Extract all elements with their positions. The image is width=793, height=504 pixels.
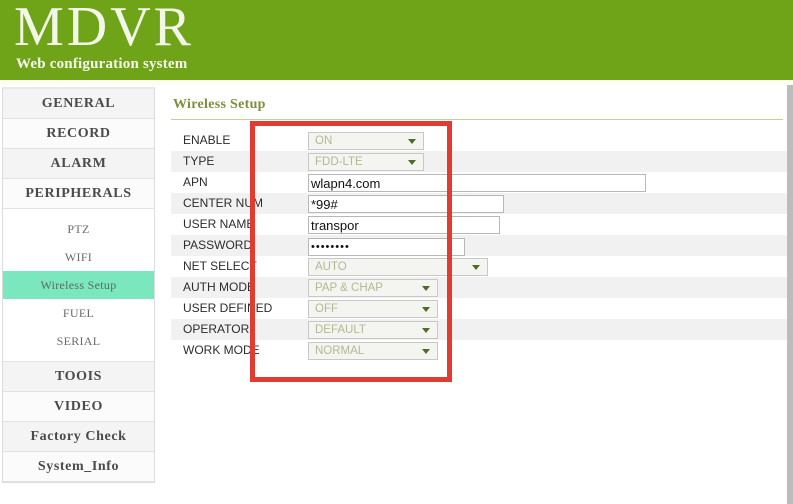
field-wrap: ON (308, 132, 424, 150)
field-wrap (308, 195, 504, 214)
select-value: PAP & CHAP (315, 282, 383, 294)
select-value: DEFAULT (315, 324, 366, 336)
field-wrap: NORMAL (308, 342, 438, 360)
chevron-down-icon (472, 265, 480, 270)
sidebar-item-label: GENERAL (41, 96, 116, 111)
user-name-input[interactable] (308, 216, 500, 234)
field-label: USER NAME (183, 217, 255, 231)
enable-select[interactable]: ON (308, 132, 424, 150)
type-select[interactable]: FDD-LTE (308, 153, 424, 171)
brand-subtitle: Web configuration system (16, 56, 188, 72)
work-mode-select[interactable]: NORMAL (308, 342, 438, 360)
sidebar-item-label: PERIPHERALS (25, 186, 132, 201)
form-row-operator: OPERATOR DEFAULT (171, 319, 788, 340)
sidebar-item-factory-check[interactable]: Factory Check (3, 422, 154, 452)
sidebar-item-label: RECORD (46, 126, 111, 141)
title-divider (171, 119, 783, 120)
sidebar-item-label: TOOIS (54, 369, 103, 384)
select-value: NORMAL (315, 345, 365, 357)
sidebar-nav: GENERAL RECORD ALARM PERIPHERALS PTZ WIF… (2, 87, 155, 483)
select-value: ON (315, 135, 333, 147)
field-label: AUTH MODE (183, 280, 255, 294)
sidebar-item-wireless-setup[interactable]: Wireless Setup (3, 271, 154, 299)
wireless-setup-form: ENABLE ON TYPE FDD-LTE APN wlapn4.com CE… (171, 130, 788, 361)
sidebar-subitem-label: FUEL (62, 306, 95, 320)
sidebar-subitem-label: WIFI (64, 250, 93, 264)
sidebar-item-alarm[interactable]: ALARM (3, 149, 154, 179)
user-defined-select[interactable]: OFF (308, 300, 438, 318)
sidebar-item-video[interactable]: VIDEO (3, 392, 154, 422)
header-underline (0, 80, 793, 85)
field-label: PASSWORD (183, 238, 253, 252)
chevron-down-icon (408, 160, 416, 165)
sidebar-item-serial[interactable]: SERIAL (3, 327, 154, 355)
page-title: Wireless Setup (173, 97, 266, 112)
operator-select[interactable]: DEFAULT (308, 321, 438, 339)
chevron-down-icon (422, 307, 430, 312)
form-row-center-num: CENTER NUM (171, 193, 788, 214)
apn-input[interactable] (308, 174, 646, 192)
field-wrap: PAP & CHAP (308, 279, 438, 297)
sidebar-item-general[interactable]: GENERAL (3, 89, 154, 119)
field-wrap: DEFAULT (308, 321, 438, 339)
field-wrap (308, 216, 500, 235)
field-wrap: AUTO (308, 258, 488, 276)
sidebar-subitem-label: PTZ (67, 222, 90, 236)
sidebar-subitem-label: SERIAL (56, 334, 101, 348)
page-scrollbar[interactable] (787, 85, 793, 504)
sidebar-item-record[interactable]: RECORD (3, 119, 154, 149)
field-label: TYPE (183, 154, 215, 168)
form-row-user-name: USER NAME (171, 214, 788, 235)
field-wrap: FDD-LTE (308, 153, 424, 171)
sidebar-subgroup-peripherals: PTZ WIFI Wireless Setup FUEL SERIAL (3, 209, 154, 362)
sidebar-item-ptz[interactable]: PTZ (3, 215, 154, 243)
sidebar-item-fuel[interactable]: FUEL (3, 299, 154, 327)
sidebar-item-label: System_Info (37, 459, 120, 474)
chevron-down-icon (422, 349, 430, 354)
form-row-work-mode: WORK MODE NORMAL (171, 340, 788, 361)
auth-mode-select[interactable]: PAP & CHAP (308, 279, 438, 297)
form-row-net-select: NET SELECT AUTO (171, 256, 788, 277)
sidebar-item-tools[interactable]: TOOIS (3, 362, 154, 392)
field-wrap (308, 237, 465, 256)
password-input[interactable] (308, 238, 465, 256)
chevron-down-icon (422, 328, 430, 333)
field-label: CENTER NUM (183, 196, 263, 210)
app-header: MDVR Web configuration system (0, 0, 793, 80)
form-row-auth-mode: AUTH MODE PAP & CHAP (171, 277, 788, 298)
field-label: APN (183, 175, 208, 189)
select-value: AUTO (315, 261, 347, 273)
sidebar-item-system-info[interactable]: System_Info (3, 452, 154, 482)
sidebar-subitem-label: Wireless Setup (40, 278, 117, 292)
form-row-user-defined: USER DEFINED OFF (171, 298, 788, 319)
field-wrap: OFF (308, 300, 438, 318)
field-label: ENABLE (183, 133, 231, 147)
chevron-down-icon (408, 139, 416, 144)
sidebar-item-label: Factory Check (30, 429, 127, 444)
form-row-type: TYPE FDD-LTE (171, 151, 788, 172)
main-content: Wireless Setup ENABLE ON TYPE FDD-LTE AP… (163, 87, 788, 487)
field-label: USER DEFINED (183, 301, 273, 315)
sidebar-item-label: ALARM (50, 156, 107, 171)
field-wrap (308, 174, 646, 193)
sidebar-item-peripherals[interactable]: PERIPHERALS (3, 179, 154, 209)
field-label: WORK MODE (183, 343, 260, 357)
sidebar-item-label: VIDEO (54, 399, 103, 414)
sidebar-item-wifi[interactable]: WIFI (3, 243, 154, 271)
form-row-apn: APN (171, 172, 788, 193)
form-row-enable: ENABLE ON (171, 130, 788, 151)
field-label: NET SELECT (183, 259, 257, 273)
net-select-select[interactable]: AUTO (308, 258, 488, 276)
center-num-input[interactable] (308, 195, 504, 213)
brand-title: MDVR (14, 0, 195, 58)
select-value: FDD-LTE (315, 156, 363, 168)
field-label: OPERATOR (183, 322, 250, 336)
select-value: OFF (315, 303, 338, 315)
chevron-down-icon (422, 286, 430, 291)
form-row-password: PASSWORD (171, 235, 788, 256)
